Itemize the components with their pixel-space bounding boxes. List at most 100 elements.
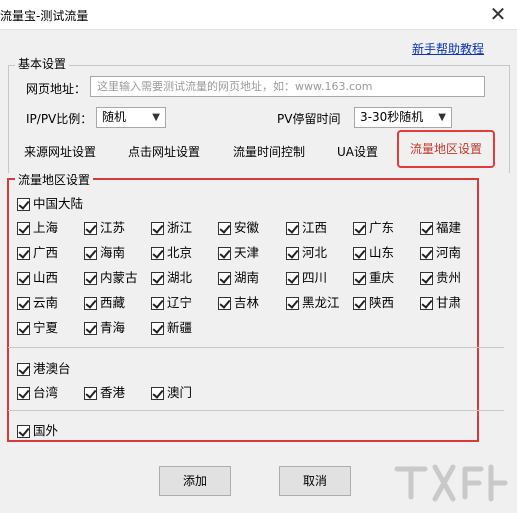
checkbox-province[interactable]: 云南 [17, 295, 58, 311]
title-bar: 流量宝-测试流量 ✕ [0, 0, 517, 30]
checkbox-province[interactable]: 天津 [218, 245, 259, 261]
checkbox-province[interactable]: 广西 [17, 245, 58, 261]
url-input[interactable] [90, 76, 485, 97]
checkbox-checked-icon [420, 246, 433, 260]
checkbox-checked-icon [17, 246, 30, 260]
add-button[interactable]: 添加 [159, 466, 231, 496]
checkbox-checked-icon [286, 296, 299, 310]
checkbox-label: 江苏 [100, 220, 126, 235]
tab-traffic-time-control[interactable]: 流量时间控制 [233, 143, 305, 160]
checkbox-province[interactable]: 浙江 [151, 220, 192, 236]
url-label: 网页地址： [26, 82, 87, 96]
checkbox-label: 香港 [100, 385, 126, 400]
checkbox-label: 宁夏 [33, 320, 59, 335]
ip-pv-ratio-label: IP/PV比例： [26, 112, 93, 126]
checkbox-province[interactable]: 山东 [353, 245, 394, 261]
checkbox-label: 云南 [33, 295, 59, 310]
checkbox-province[interactable]: 安徽 [218, 220, 259, 236]
tab-source-url-settings[interactable]: 来源网址设置 [24, 143, 96, 160]
checkbox-label: 内蒙古 [100, 270, 138, 285]
pv-stay-time-select[interactable]: 3-30秒随机 ▼ [354, 107, 452, 128]
checkbox-province[interactable]: 西藏 [84, 295, 125, 311]
chevron-down-icon: ▼ [438, 112, 446, 123]
checkbox-label: 贵州 [436, 270, 462, 285]
checkbox-province[interactable]: 四川 [286, 270, 327, 286]
checkbox-checked-icon [84, 221, 97, 235]
checkbox-checked-icon [84, 386, 97, 400]
checkbox-macau[interactable]: 澳门 [151, 385, 192, 401]
checkbox-checked-icon [17, 221, 30, 235]
checkbox-province[interactable]: 江西 [286, 220, 327, 236]
checkbox-checked-icon [286, 271, 299, 285]
checkbox-checked-icon [420, 271, 433, 285]
checkbox-province[interactable]: 河北 [286, 245, 327, 261]
checkbox-province[interactable]: 甘肃 [420, 295, 461, 311]
checkbox-province[interactable]: 河南 [420, 245, 461, 261]
checkbox-taiwan[interactable]: 台湾 [17, 385, 58, 401]
checkbox-label: 四川 [302, 270, 328, 285]
help-tutorial-link[interactable]: 新手帮助教程 [412, 40, 484, 57]
checkbox-label: 天津 [234, 245, 260, 260]
checkbox-province[interactable]: 湖北 [151, 270, 192, 286]
chevron-down-icon: ▼ [152, 112, 160, 123]
checkbox-checked-icon [17, 296, 30, 310]
tab-click-url-settings[interactable]: 点击网址设置 [128, 143, 200, 160]
checkbox-checked-icon [286, 221, 299, 235]
checkbox-province[interactable]: 江苏 [84, 220, 125, 236]
checkbox-province[interactable]: 重庆 [353, 270, 394, 286]
watermark-logo [394, 464, 508, 502]
checkbox-checked-icon [17, 362, 30, 376]
tab-ua-settings[interactable]: UA设置 [337, 143, 378, 160]
checkbox-label: 西藏 [100, 295, 126, 310]
checkbox-label: 河北 [302, 245, 328, 260]
checkbox-checked-icon [420, 296, 433, 310]
checkbox-province[interactable]: 内蒙古 [84, 270, 138, 286]
checkbox-province[interactable]: 宁夏 [17, 320, 58, 336]
checkbox-hmt[interactable]: 港澳台 [17, 361, 71, 377]
checkbox-checked-icon [353, 271, 366, 285]
checkbox-label: 海南 [100, 245, 126, 260]
checkbox-foreign[interactable]: 国外 [17, 423, 58, 439]
tab-traffic-region-settings[interactable]: 流量地区设置 [397, 130, 495, 168]
checkbox-checked-icon [151, 321, 164, 335]
checkbox-label: 上海 [33, 220, 59, 235]
checkbox-checked-icon [17, 271, 30, 285]
checkbox-checked-icon [353, 246, 366, 260]
checkbox-province[interactable]: 辽宁 [151, 295, 192, 311]
checkbox-province[interactable]: 青海 [84, 320, 125, 336]
checkbox-checked-icon [84, 246, 97, 260]
checkbox-label: 湖南 [234, 270, 260, 285]
checkbox-checked-icon [17, 386, 30, 400]
cancel-button[interactable]: 取消 [279, 466, 351, 496]
close-icon[interactable]: ✕ [487, 4, 509, 26]
checkbox-province[interactable]: 上海 [17, 220, 58, 236]
checkbox-province[interactable]: 山西 [17, 270, 58, 286]
checkbox-label: 福建 [436, 220, 462, 235]
checkbox-province[interactable]: 新疆 [151, 320, 192, 336]
checkbox-label: 江西 [302, 220, 328, 235]
checkbox-label: 安徽 [234, 220, 260, 235]
checkbox-checked-icon [353, 296, 366, 310]
checkbox-province[interactable]: 广东 [353, 220, 394, 236]
checkbox-province[interactable]: 吉林 [218, 295, 259, 311]
checkbox-checked-icon [218, 296, 231, 310]
checkbox-label: 黑龙江 [302, 295, 340, 310]
checkbox-label: 陕西 [369, 295, 395, 310]
checkbox-mainland[interactable]: 中国大陆 [17, 196, 83, 212]
checkbox-hongkong[interactable]: 香港 [84, 385, 125, 401]
ip-pv-ratio-select[interactable]: 随机 ▼ [96, 107, 166, 128]
checkbox-label: 浙江 [167, 220, 193, 235]
checkbox-province[interactable]: 陕西 [353, 295, 394, 311]
window-title: 流量宝-测试流量 [0, 9, 89, 23]
checkbox-province[interactable]: 贵州 [420, 270, 461, 286]
checkbox-label: 青海 [100, 320, 126, 335]
checkbox-checked-icon [218, 221, 231, 235]
checkbox-label: 甘肃 [436, 295, 462, 310]
region-settings-caption: 流量地区设置 [15, 173, 94, 187]
checkbox-province[interactable]: 海南 [84, 245, 125, 261]
checkbox-province[interactable]: 北京 [151, 245, 192, 261]
checkbox-province[interactable]: 福建 [420, 220, 461, 236]
checkbox-province[interactable]: 湖南 [218, 270, 259, 286]
checkbox-checked-icon [151, 386, 164, 400]
checkbox-province[interactable]: 黑龙江 [286, 295, 340, 311]
